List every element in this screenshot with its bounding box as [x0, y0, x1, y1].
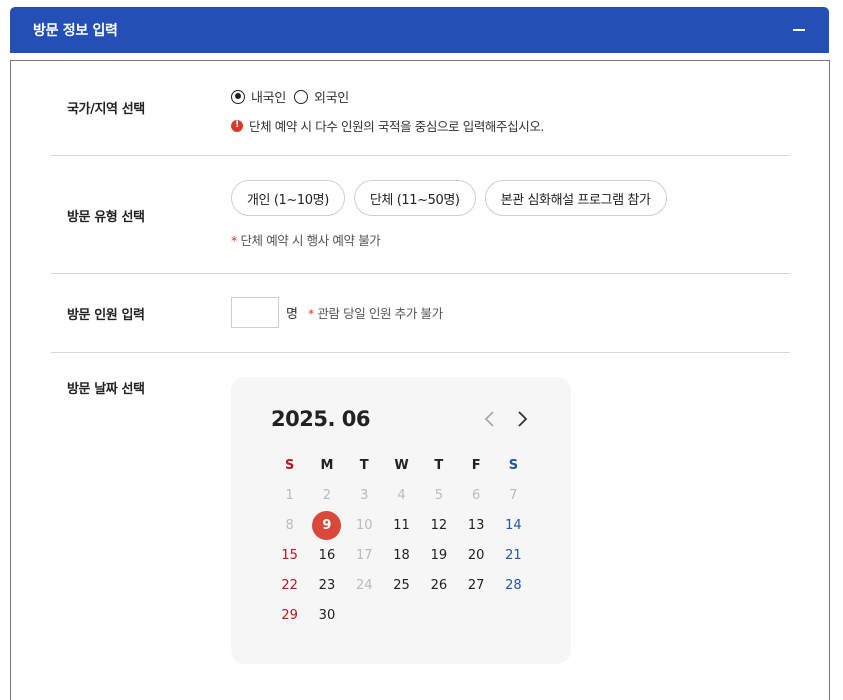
calendar-day[interactable]: 11 [383, 511, 420, 539]
weekday-tue: T [359, 457, 369, 473]
region-radio-group: 내국인 외국인 [231, 87, 544, 106]
weekday-sat: S [508, 457, 519, 473]
divider [51, 273, 790, 274]
visit-type-label: 방문 유형 선택 [67, 210, 145, 225]
weekday-header-row: S M T W T F S [271, 450, 532, 480]
calendar-day[interactable]: 28 [495, 571, 532, 599]
calendar-empty-cell [457, 601, 494, 629]
radio-domestic-label: 내국인 [251, 91, 286, 106]
count-content: 명 * 관람 당일 인원 추가 불가 [231, 297, 443, 328]
radio-foreign-circle[interactable] [293, 89, 308, 104]
calendar-day-disabled: 10 [355, 517, 373, 533]
visit-type-program-button[interactable]: 본관 심화해설 프로그램 참가 [484, 180, 667, 216]
calendar-day[interactable]: 23 [308, 571, 345, 599]
radio-foreign-label: 외국인 [313, 91, 349, 106]
calendar-day-disabled: 8 [285, 517, 294, 533]
calendar-day-disabled: 4 [397, 487, 406, 503]
calendar-day[interactable]: 20 [457, 541, 494, 569]
visit-type-options: 개인 (1~10명) 단체 (11~50명) 본관 심화해설 프로그램 참가 [231, 180, 667, 216]
divider [51, 155, 790, 156]
calendar-month-title: 2025. 06 [271, 407, 370, 431]
count-note-text: 관람 당일 인원 추가 불가 [317, 306, 443, 321]
region-content: 내국인 외국인 ! 단체 예약 시 다수 인원의 국적을 중심으로 입력해주십시… [231, 87, 544, 135]
calendar-grid: S M T W T F S 1 2 3 4 5 6 7 8 9 10 11 12 13 14 15 16 17 1… [271, 450, 532, 630]
calendar-day-disabled: 7 [509, 487, 518, 503]
count-label: 방문 인원 입력 [67, 308, 145, 323]
calendar-week-row: 15 16 17 18 19 20 21 [271, 540, 532, 570]
region-warning-text: 단체 예약 시 다수 인원의 국적을 중심으로 입력해주십시오. [249, 119, 544, 134]
visit-type-note: * 단체 예약 시 행사 예약 불가 [231, 230, 667, 249]
visitor-count-input[interactable] [231, 297, 279, 328]
calendar-day[interactable]: 12 [420, 511, 457, 539]
section-header: 방문 정보 입력 [10, 7, 829, 53]
visit-type-note-text: 단체 예약 시 행사 예약 불가 [240, 233, 381, 248]
calendar-day-selected[interactable]: 9 [308, 510, 345, 540]
weekday-wed: W [394, 457, 409, 473]
calendar-empty-cell [495, 601, 532, 629]
section-title: 방문 정보 입력 [33, 23, 118, 39]
calendar-day[interactable]: 14 [495, 511, 532, 539]
count-line: 명 * 관람 당일 인원 추가 불가 [231, 297, 443, 328]
calendar-day[interactable]: 19 [420, 541, 457, 569]
calendar-day[interactable]: 25 [383, 571, 420, 599]
calendar-day-disabled: 2 [322, 487, 332, 503]
calendar-day[interactable]: 21 [495, 541, 532, 569]
region-warning: ! 단체 예약 시 다수 인원의 국적을 중심으로 입력해주십시오. [231, 116, 544, 135]
calendar-day[interactable]: 13 [457, 511, 494, 539]
calendar-day-disabled: 5 [434, 487, 443, 503]
radio-domestic[interactable]: 내국인 [231, 87, 286, 106]
calendar-day-disabled: 3 [360, 487, 369, 503]
count-note: * 관람 당일 인원 추가 불가 [308, 303, 443, 322]
radio-domestic-circle[interactable] [231, 89, 245, 104]
calendar-day[interactable]: 27 [457, 571, 494, 599]
required-star: * [231, 233, 237, 248]
calendar-day[interactable]: 16 [308, 541, 345, 569]
calendar-week-row: 22 23 24 25 26 27 28 [271, 570, 532, 600]
calendar-day-disabled: 6 [471, 487, 481, 503]
calendar: 2025. 06 S M T W T F S 1 2 3 4 5 6 7 8 9 10 11 12 13… [231, 377, 571, 664]
calendar-day[interactable]: 22 [271, 571, 308, 599]
calendar-day[interactable]: 15 [271, 541, 308, 569]
visit-type-content: 개인 (1~10명) 단체 (11~50명) 본관 심화해설 프로그램 참가 *… [231, 180, 667, 249]
calendar-week-row: 1 2 3 4 5 6 7 [271, 480, 532, 510]
calendar-day[interactable]: 30 [308, 601, 345, 629]
calendar-empty-cell [420, 601, 457, 629]
calendar-day[interactable]: 29 [271, 601, 308, 629]
calendar-week-row: 8 9 10 11 12 13 14 [271, 510, 532, 540]
calendar-empty-cell [383, 601, 420, 629]
calendar-empty-cell [346, 601, 383, 629]
alert-icon: ! [231, 119, 243, 132]
region-label: 국가/지역 선택 [67, 102, 145, 117]
visit-info-panel: 국가/지역 선택 내국인 외국인 ! 단체 예약 시 다수 인원의 국적을 중심… [10, 60, 830, 700]
divider [51, 352, 790, 353]
minus-icon[interactable] [791, 22, 807, 38]
visit-type-group-button[interactable]: 단체 (11~50명) [353, 180, 476, 216]
calendar-day-disabled: 24 [355, 577, 373, 593]
selected-day-label: 9 [312, 510, 342, 540]
visit-type-individual-button[interactable]: 개인 (1~10명) [231, 180, 345, 216]
radio-foreign[interactable]: 외국인 [293, 87, 349, 106]
count-unit: 명 [286, 307, 298, 322]
chevron-left-icon[interactable] [480, 408, 500, 430]
calendar-day-disabled: 1 [285, 487, 294, 503]
weekday-thu: T [434, 457, 444, 473]
chevron-right-icon[interactable] [512, 408, 532, 430]
calendar-day[interactable]: 18 [383, 541, 420, 569]
calendar-day[interactable]: 26 [420, 571, 457, 599]
weekday-sun: S [284, 457, 295, 473]
calendar-day-disabled: 17 [355, 547, 373, 563]
calendar-week-row: 29 30 [271, 600, 532, 630]
weekday-mon: M [320, 457, 334, 473]
required-star: * [307, 306, 314, 321]
weekday-fri: F [471, 457, 481, 473]
date-label: 방문 날짜 선택 [67, 382, 145, 397]
